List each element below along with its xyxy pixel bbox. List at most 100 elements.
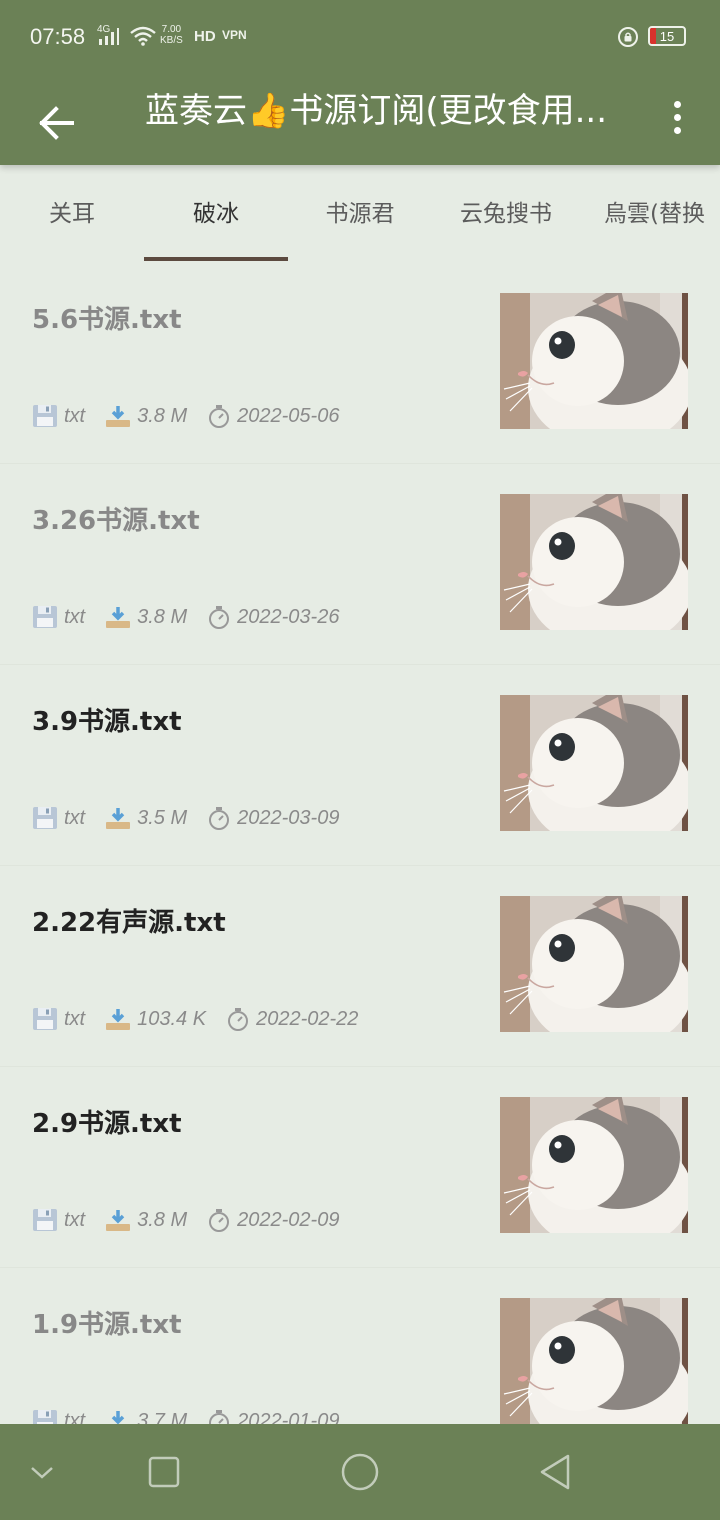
file-type: txt <box>32 1409 85 1424</box>
list-item[interactable]: 5.6书源.txt txt 3.8 M 2022-05-06 <box>0 263 720 464</box>
battery-icon: 15 <box>648 26 686 46</box>
hide-nav-button[interactable] <box>22 1452 62 1492</box>
cat-thumbnail <box>500 896 688 1032</box>
file-meta: txt 3.8 M 2022-05-06 <box>32 401 359 431</box>
file-size: 3.7 M <box>105 1409 187 1424</box>
file-date-label: 2022-02-09 <box>237 1208 340 1231</box>
floppy-icon <box>33 606 57 628</box>
file-size-label: 3.7 M <box>137 1409 188 1425</box>
file-name: 3.26书源.txt <box>32 506 200 536</box>
vpn-indicator: VPN <box>222 28 247 42</box>
stopwatch-icon <box>209 807 230 830</box>
lock-rotation-icon <box>618 27 638 47</box>
file-type-label: txt <box>64 806 86 829</box>
file-size: 3.8 M <box>105 404 187 428</box>
tab-shuyuanjun[interactable]: 书源君 <box>288 165 432 263</box>
signal-icon: 4G <box>97 25 119 45</box>
stopwatch-icon <box>209 405 230 428</box>
cat-thumbnail <box>500 1298 688 1424</box>
file-meta: txt 3.8 M 2022-02-09 <box>32 1205 359 1235</box>
cat-thumbnail <box>500 695 688 831</box>
download-tray-icon <box>106 808 131 829</box>
file-type: txt <box>32 605 85 629</box>
chevron-down-icon <box>31 1467 53 1479</box>
system-nav-bar <box>0 1424 720 1520</box>
file-meta: txt 3.8 M 2022-03-26 <box>32 602 359 632</box>
floppy-icon <box>33 807 57 829</box>
download-tray-icon <box>106 1009 131 1030</box>
cat-thumbnail <box>500 494 688 630</box>
file-list: 5.6书源.txt txt 3.8 M 2022-05-06 3.26书源.tx… <box>0 263 720 1424</box>
home-circle-icon <box>341 1453 379 1491</box>
list-item[interactable]: 2.22有声源.txt txt 103.4 K 2022-02-22 <box>0 866 720 1067</box>
stopwatch-icon <box>228 1008 249 1031</box>
file-date: 2022-03-26 <box>207 605 339 629</box>
top-bar: 07:58 4G 7.00 KB/S HD VPN 15 蓝奏云👍书源订阅(更改… <box>0 0 720 165</box>
file-size-label: 3.8 M <box>137 605 188 628</box>
arrow-left-icon <box>39 106 74 140</box>
back-button[interactable] <box>28 89 88 149</box>
file-type: txt <box>32 806 85 830</box>
file-date-label: 2022-03-09 <box>237 806 340 829</box>
file-type: txt <box>32 1007 85 1031</box>
more-vertical-icon <box>660 89 694 134</box>
recents-square-icon <box>148 1456 180 1488</box>
file-date: 2022-02-09 <box>207 1208 339 1232</box>
status-bar: 07:58 4G 7.00 KB/S HD VPN 15 <box>0 0 720 75</box>
file-date: 2022-02-22 <box>226 1007 358 1031</box>
list-item[interactable]: 3.26书源.txt txt 3.8 M 2022-03-26 <box>0 464 720 665</box>
net-speed: 7.00 KB/S <box>160 24 183 46</box>
file-size: 3.8 M <box>105 605 187 629</box>
file-date-label: 2022-02-22 <box>256 1007 359 1030</box>
cat-thumbnail <box>500 1097 688 1233</box>
file-size: 103.4 K <box>105 1007 206 1031</box>
file-size: 3.8 M <box>105 1208 187 1232</box>
file-type-label: txt <box>64 1007 86 1030</box>
tab-guaner[interactable]: 关耳 <box>0 165 144 263</box>
file-date-label: 2022-05-06 <box>237 404 340 427</box>
page-title: 蓝奏云👍书源订阅(更改食用... <box>145 91 608 131</box>
hd-indicator: HD <box>194 28 216 45</box>
system-back-button[interactable] <box>536 1452 576 1492</box>
file-type-label: txt <box>64 1208 86 1231</box>
list-item[interactable]: 1.9书源.txt txt 3.7 M 2022-01-09 <box>0 1268 720 1424</box>
back-triangle-icon <box>540 1454 570 1490</box>
cat-thumbnail <box>500 293 688 429</box>
list-item[interactable]: 2.9书源.txt txt 3.8 M 2022-02-09 <box>0 1067 720 1268</box>
net-speed-value: 7.00 <box>161 24 182 35</box>
file-type: txt <box>32 1208 85 1232</box>
file-size: 3.5 M <box>105 806 187 830</box>
tab-yuntu-soushu[interactable]: 云兔搜书 <box>432 165 580 263</box>
file-meta: txt 3.7 M 2022-01-09 <box>32 1406 359 1424</box>
file-date: 2022-05-06 <box>207 404 339 428</box>
status-time: 07:58 <box>30 24 86 49</box>
file-name: 5.6书源.txt <box>32 305 182 335</box>
floppy-icon <box>33 1209 57 1231</box>
app-bar: 蓝奏云👍书源订阅(更改食用... <box>0 75 720 165</box>
download-tray-icon <box>106 607 131 628</box>
download-tray-icon <box>106 406 131 427</box>
file-name: 2.9书源.txt <box>32 1109 182 1139</box>
more-options-button[interactable] <box>660 89 694 149</box>
wifi-icon <box>130 26 156 46</box>
net-speed-unit: KB/S <box>160 35 183 46</box>
home-button[interactable] <box>338 1450 382 1494</box>
list-item[interactable]: 3.9书源.txt txt 3.5 M 2022-03-09 <box>0 665 720 866</box>
file-type: txt <box>32 404 85 428</box>
file-date-label: 2022-01-09 <box>237 1409 340 1425</box>
file-name: 2.22有声源.txt <box>32 908 226 938</box>
recents-button[interactable] <box>144 1452 184 1492</box>
tab-bar: 关耳 破冰 书源君 云兔搜书 烏雲(替换 <box>0 165 720 263</box>
file-size-label: 3.8 M <box>137 404 188 427</box>
floppy-icon <box>33 1008 57 1030</box>
file-date: 2022-01-09 <box>207 1409 339 1424</box>
battery-percent: 15 <box>659 29 675 44</box>
file-meta: txt 103.4 K 2022-02-22 <box>32 1004 378 1034</box>
file-type-label: txt <box>64 605 86 628</box>
tab-pobing[interactable]: 破冰 <box>144 165 288 263</box>
tab-wuyun[interactable]: 烏雲(替换 <box>604 165 720 263</box>
download-tray-icon <box>111 1411 125 1424</box>
file-type-label: txt <box>64 404 86 427</box>
file-size-label: 3.5 M <box>137 806 188 829</box>
download-tray-icon <box>106 1210 131 1231</box>
